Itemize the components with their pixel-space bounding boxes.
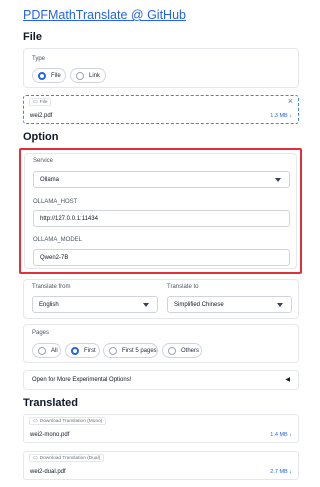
- pages-option-all-label: All: [51, 347, 58, 354]
- uploaded-filename: wei2.pdf: [30, 113, 53, 119]
- download-icon: ↓: [289, 432, 292, 438]
- pages-panel: Pages All First First 5 pages Others: [23, 324, 299, 363]
- file-upload-dropzone[interactable]: ▭ File × wei2.pdf 1.3 MB ↓: [23, 95, 299, 124]
- pages-option-first[interactable]: First: [65, 343, 100, 358]
- pages-option-others[interactable]: Others: [162, 343, 202, 358]
- ollama-model-label: OLLAMA_MODEL: [33, 237, 83, 243]
- type-option-file-label: File: [51, 72, 61, 79]
- radio-selected-indicator: [71, 346, 79, 355]
- pages-option-others-label: Others: [181, 347, 200, 354]
- radio-unselected-indicator: [109, 346, 117, 355]
- type-option-file[interactable]: File: [32, 68, 66, 83]
- dual-download-tag-label: Download Translation (Dual): [39, 455, 101, 461]
- file-tag-icon: ▭: [33, 455, 38, 461]
- pages-option-first-label: First: [84, 347, 96, 354]
- radio-unselected-indicator: [38, 346, 46, 355]
- translate-to-label: Translate to: [167, 284, 199, 290]
- ollama-model-value: Qwen2-7B: [40, 254, 69, 261]
- uploaded-file-size: 1.3 MB: [270, 113, 288, 119]
- translate-from-select[interactable]: English: [32, 296, 158, 313]
- ollama-host-label: OLLAMA_HOST: [33, 199, 78, 205]
- language-panel: Translate from English Translate to Simp…: [23, 279, 299, 319]
- ollama-model-input[interactable]: Qwen2-7B: [33, 249, 290, 266]
- pages-option-all[interactable]: All: [32, 343, 61, 358]
- radio-unselected-indicator: [168, 346, 176, 355]
- collapse-arrow-icon: ◀: [285, 377, 290, 383]
- file-tag-label: File: [39, 99, 48, 105]
- dual-download-tag: ▭ Download Translation (Dual): [29, 454, 105, 462]
- radio-unselected-indicator: [76, 71, 84, 80]
- type-option-link-label: Link: [89, 72, 101, 79]
- file-heading: File: [23, 31, 42, 43]
- close-icon[interactable]: ×: [288, 97, 293, 106]
- pages-label: Pages: [32, 330, 50, 336]
- translate-from-value: English: [39, 301, 59, 308]
- file-tag-icon: ▭: [33, 99, 38, 105]
- service-select[interactable]: Ollama: [33, 171, 290, 188]
- experimental-label: Open for More Experimental Options!: [32, 377, 132, 383]
- dual-download-box: ▭ Download Translation (Dual) wei2-dual.…: [23, 451, 299, 480]
- radio-selected-indicator: [38, 71, 46, 80]
- dual-filename: wei2-dual.pdf: [30, 469, 66, 475]
- github-title-link[interactable]: PDFMathTranslate @ GitHub: [23, 8, 186, 22]
- chevron-down-icon: [277, 303, 283, 307]
- translate-from-label: Translate from: [32, 284, 71, 290]
- dual-file-size: 2.7 MB: [270, 469, 288, 475]
- mono-download-link[interactable]: 1.4 MB ↓: [270, 432, 292, 438]
- type-option-link[interactable]: Link: [70, 68, 106, 83]
- uploaded-file-size-link[interactable]: 1.3 MB ↓: [270, 113, 292, 119]
- mono-filename: wei2-mono.pdf: [30, 432, 70, 438]
- download-icon: ↓: [289, 113, 292, 119]
- mono-file-size: 1.4 MB: [270, 432, 288, 438]
- chevron-down-icon: [275, 178, 281, 182]
- service-label: Service: [33, 158, 54, 164]
- chevron-down-icon: [143, 303, 149, 307]
- dual-download-link[interactable]: 2.7 MB ↓: [270, 469, 292, 475]
- file-tag: ▭ File: [29, 98, 52, 106]
- option-heading: Option: [23, 131, 59, 143]
- mono-download-tag-label: Download Translation (Mono): [39, 418, 103, 424]
- type-label: Type: [32, 56, 46, 62]
- translated-heading: Translated: [23, 397, 79, 409]
- pages-option-first-5-label: First 5 pages: [122, 347, 157, 354]
- file-tag-icon: ▭: [33, 418, 38, 424]
- experimental-accordion[interactable]: Open for More Experimental Options! ◀: [23, 370, 299, 390]
- download-icon: ↓: [289, 469, 292, 475]
- mono-download-box: ▭ Download Translation (Mono) wei2-mono.…: [23, 414, 299, 443]
- ollama-host-input[interactable]: http://127.0.0.1:11434: [33, 210, 290, 227]
- translate-to-select[interactable]: Simplified Chinese: [167, 296, 292, 313]
- ollama-host-value: http://127.0.0.1:11434: [40, 215, 98, 222]
- service-select-value: Ollama: [40, 176, 60, 183]
- mono-download-tag: ▭ Download Translation (Mono): [29, 417, 107, 425]
- service-panel: Service Ollama OLLAMA_HOST http://127.0.…: [24, 153, 297, 269]
- translate-to-value: Simplified Chinese: [174, 301, 224, 308]
- pages-option-first-5[interactable]: First 5 pages: [103, 343, 158, 358]
- type-panel: Type File Link: [23, 48, 299, 88]
